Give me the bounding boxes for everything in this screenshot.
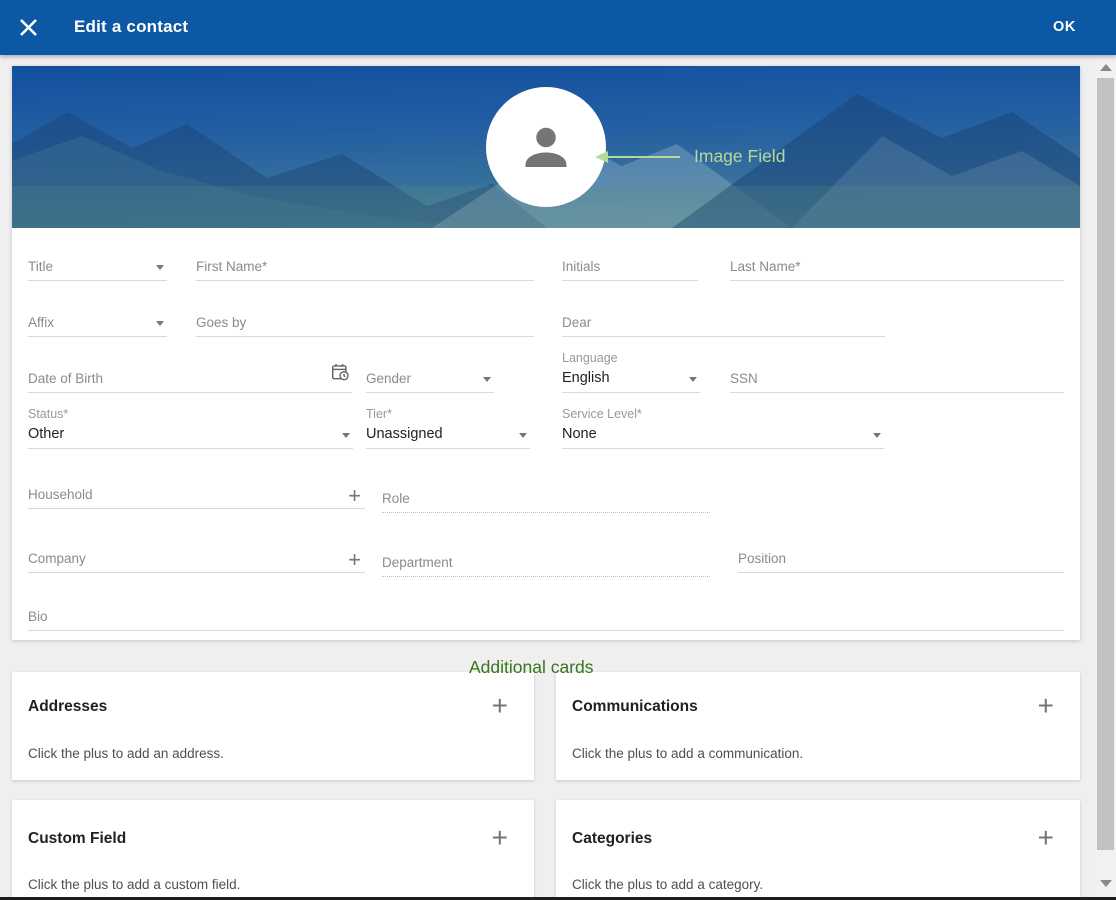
household-input[interactable]: Household + — [28, 483, 365, 509]
language-label: Language — [562, 351, 618, 365]
add-address-icon[interactable]: + — [492, 692, 508, 720]
gender-select[interactable]: Gender — [366, 367, 494, 393]
chevron-down-icon — [156, 265, 164, 270]
status-select[interactable]: Status* Other — [28, 407, 353, 449]
ssn-input[interactable]: SSN — [730, 367, 1064, 393]
chevron-down-icon — [519, 433, 527, 438]
initials-input[interactable]: Initials — [562, 255, 698, 281]
chevron-down-icon — [873, 433, 881, 438]
tier-label: Tier* — [366, 407, 392, 421]
categories-card-description: Click the plus to add a category. — [572, 877, 763, 892]
bio-input[interactable]: Bio — [28, 605, 1064, 631]
tier-select[interactable]: Tier* Unassigned — [366, 407, 530, 449]
addresses-card-description: Click the plus to add an address. — [28, 746, 224, 761]
app-bar: Edit a contact OK — [0, 0, 1116, 55]
add-household-icon[interactable]: + — [348, 485, 361, 507]
goes-by-input[interactable]: Goes by — [196, 311, 534, 337]
service-level-value: None — [562, 426, 597, 442]
language-value: English — [562, 370, 610, 386]
affix-select[interactable]: Affix — [28, 311, 167, 337]
chevron-down-icon — [483, 377, 491, 382]
bio-label: Bio — [28, 609, 48, 624]
affix-label: Affix — [28, 315, 54, 330]
custom-field-card-description: Click the plus to add a custom field. — [28, 877, 240, 892]
close-icon[interactable] — [17, 16, 40, 39]
vertical-scrollbar[interactable] — [1096, 55, 1116, 900]
communications-card-title: Communications — [572, 698, 698, 716]
date-of-birth-label: Date of Birth — [28, 371, 103, 386]
department-label: Department — [382, 555, 453, 570]
contact-image-field[interactable] — [486, 87, 606, 207]
scroll-up-arrow-icon[interactable] — [1100, 64, 1112, 71]
gender-label: Gender — [366, 371, 411, 386]
tier-value: Unassigned — [366, 426, 443, 442]
add-category-icon[interactable]: + — [1038, 824, 1054, 852]
last-name-input[interactable]: Last Name* — [730, 255, 1064, 281]
status-label: Status* — [28, 407, 68, 421]
title-select[interactable]: Title — [28, 255, 167, 281]
communications-card: Communications + Click the plus to add a… — [556, 672, 1080, 780]
dear-label: Dear — [562, 315, 591, 330]
calendar-clock-icon[interactable] — [331, 363, 350, 387]
add-custom-field-icon[interactable]: + — [492, 824, 508, 852]
service-level-label: Service Level* — [562, 407, 642, 421]
annotation-arrowhead — [595, 151, 608, 163]
position-input[interactable]: Position — [738, 547, 1064, 573]
dear-input[interactable]: Dear — [562, 311, 885, 337]
initials-label: Initials — [562, 259, 600, 274]
first-name-label: First Name* — [196, 259, 267, 274]
add-communication-icon[interactable]: + — [1038, 692, 1054, 720]
addresses-card-title: Addresses — [28, 698, 107, 716]
service-level-select[interactable]: Service Level* None — [562, 407, 884, 449]
edit-contact-dialog: Edit a contact OK — [0, 0, 1116, 900]
categories-card: Categories + Click the plus to add a cat… — [556, 800, 1080, 900]
person-icon — [516, 117, 576, 177]
ok-button[interactable]: OK — [1053, 19, 1076, 35]
chevron-down-icon — [342, 433, 350, 438]
communications-card-description: Click the plus to add a communication. — [572, 746, 803, 761]
role-input: Role — [382, 487, 710, 513]
annotation-arrow-line — [608, 156, 680, 158]
last-name-label: Last Name* — [730, 259, 801, 274]
date-of-birth-input[interactable]: Date of Birth — [28, 367, 352, 393]
annotation-additional-cards: Additional cards — [469, 657, 594, 678]
title-label: Title — [28, 259, 53, 274]
contact-form-card: Title First Name* Initials Last Name* Af… — [12, 66, 1080, 640]
addresses-card: Addresses + Click the plus to add an add… — [12, 672, 534, 780]
company-input[interactable]: Company + — [28, 547, 365, 573]
position-label: Position — [738, 551, 786, 566]
page-title: Edit a contact — [74, 17, 188, 37]
chevron-down-icon — [689, 377, 697, 382]
categories-card-title: Categories — [572, 830, 652, 848]
add-company-icon[interactable]: + — [348, 549, 361, 571]
status-value: Other — [28, 426, 64, 442]
chevron-down-icon — [156, 321, 164, 326]
custom-field-card-title: Custom Field — [28, 830, 126, 848]
ssn-label: SSN — [730, 371, 758, 386]
annotation-image-field: Image Field — [694, 146, 785, 167]
scrollbar-thumb[interactable] — [1097, 78, 1114, 850]
household-label: Household — [28, 487, 93, 502]
role-label: Role — [382, 491, 410, 506]
department-input: Department — [382, 551, 710, 577]
first-name-input[interactable]: First Name* — [196, 255, 534, 281]
custom-field-card: Custom Field + Click the plus to add a c… — [12, 800, 534, 900]
goes-by-label: Goes by — [196, 315, 246, 330]
scroll-down-arrow-icon[interactable] — [1100, 880, 1112, 887]
company-label: Company — [28, 551, 86, 566]
language-select[interactable]: Language English — [562, 351, 700, 393]
